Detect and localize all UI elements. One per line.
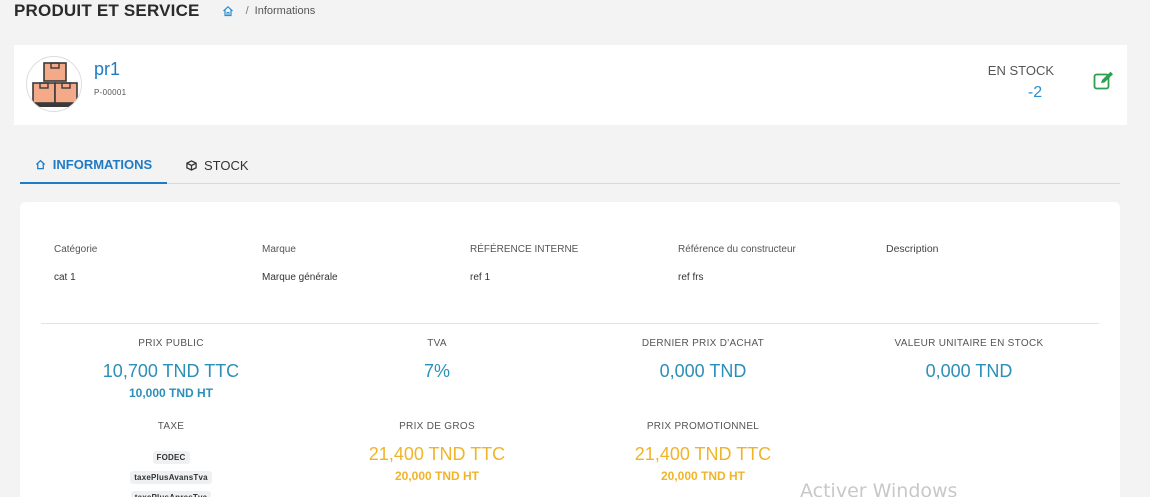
boxes-icon — [29, 62, 81, 107]
marque-label: Marque — [262, 244, 296, 255]
marque-value: Marque générale — [262, 272, 338, 283]
prix-promo-label: PRIX PROMOTIONNEL — [646, 421, 760, 432]
page-header: PRODUIT ET SERVICE / Informations — [14, 0, 315, 22]
tva-label: TVA — [427, 338, 447, 349]
product-name: pr1 — [94, 59, 121, 79]
prix-gros-label: PRIX DE GROS — [399, 421, 475, 432]
categorie-value: cat 1 — [54, 272, 76, 283]
prix-public-ht: 10,000 TND HT — [128, 386, 214, 400]
marque-field: Marque Marque générale — [262, 244, 338, 283]
tab-informations-label: INFORMATIONS — [52, 157, 153, 172]
stock-value: -2 — [1027, 84, 1043, 101]
page-title: PRODUIT ET SERVICE — [14, 1, 200, 20]
valeur-stock-label: VALEUR UNITAIRE EN STOCK — [894, 338, 1044, 349]
cube-icon — [186, 159, 197, 171]
ref-constructeur-value: ref frs — [678, 272, 704, 283]
ref-interne-label: RÉFÉRENCE INTERNE — [470, 244, 579, 255]
description-field: Description — [886, 243, 939, 255]
edit-button[interactable] — [1093, 71, 1115, 91]
prix-public-label: PRIX PUBLIC — [138, 338, 204, 349]
dernier-prix-value: 0,000 TND — [659, 361, 747, 381]
stock-label: EN STOCK — [987, 63, 1054, 78]
divider — [41, 323, 1099, 324]
tab-informations[interactable]: INFORMATIONS — [20, 147, 167, 184]
tax-badge: taxePlusAvansTva — [130, 471, 212, 484]
prix-gros-block: PRIX DE GROS 21,400 TND TTC 20,000 TND H… — [307, 421, 567, 483]
breadcrumb-current: Informations — [254, 5, 316, 17]
tab-bar: INFORMATIONS STOCK — [20, 147, 1120, 184]
prix-public-block: PRIX PUBLIC 10,700 TND TTC 10,000 TND HT — [41, 338, 301, 400]
tax-badge: taxePlusApresTva — [130, 491, 212, 497]
breadcrumb-separator: / — [245, 5, 249, 17]
dernier-prix-label: DERNIER PRIX D'ACHAT — [641, 338, 765, 349]
edit-icon — [1093, 71, 1113, 90]
dernier-prix-block: DERNIER PRIX D'ACHAT 0,000 TND — [573, 338, 833, 382]
categorie-field: Catégorie cat 1 — [54, 244, 97, 283]
windows-activation-watermark: Activer Windows — [800, 480, 958, 497]
taxe-block: TAXE FODEC taxePlusAvansTva taxePlusApre… — [41, 421, 301, 497]
ref-interne-value: ref 1 — [470, 272, 491, 283]
product-reference: P-00001 — [94, 88, 127, 97]
prix-gros-ttc: 21,400 TND TTC — [368, 444, 506, 464]
home-icon — [35, 159, 45, 170]
tax-badge: FODEC — [152, 451, 190, 464]
stock-value-wrap: -2 — [997, 84, 1057, 102]
ref-interne-field: RÉFÉRENCE INTERNE ref 1 — [470, 244, 578, 283]
product-details-card: Catégorie cat 1 Marque Marque générale R… — [20, 202, 1120, 497]
product-card: pr1 P-00001 EN STOCK -2 — [14, 45, 1127, 125]
breadcrumb: / Informations — [222, 5, 316, 17]
prix-promo-ht: 20,000 TND HT — [660, 469, 746, 483]
ref-constructeur-field: Référence du constructeur ref frs — [678, 244, 796, 283]
prix-gros-ht: 20,000 TND HT — [394, 469, 480, 483]
home-icon[interactable] — [222, 5, 234, 17]
description-label: Description — [886, 243, 939, 255]
valeur-stock-block: VALEUR UNITAIRE EN STOCK 0,000 TND — [839, 338, 1099, 382]
prix-public-ttc: 10,700 TND TTC — [102, 361, 240, 381]
ref-constructeur-label: Référence du constructeur — [678, 244, 796, 255]
taxe-label: TAXE — [157, 421, 185, 432]
prix-promo-ttc: 21,400 TND TTC — [634, 444, 772, 464]
tab-stock[interactable]: STOCK — [186, 147, 249, 183]
tva-block: TVA 7% — [307, 338, 567, 382]
prix-promo-block: PRIX PROMOTIONNEL 21,400 TND TTC 20,000 … — [573, 421, 833, 483]
tab-stock-label: STOCK — [204, 157, 249, 173]
tva-value: 7% — [423, 361, 450, 381]
categorie-label: Catégorie — [54, 244, 98, 255]
valeur-stock-value: 0,000 TND — [925, 361, 1013, 381]
product-avatar — [26, 56, 82, 112]
